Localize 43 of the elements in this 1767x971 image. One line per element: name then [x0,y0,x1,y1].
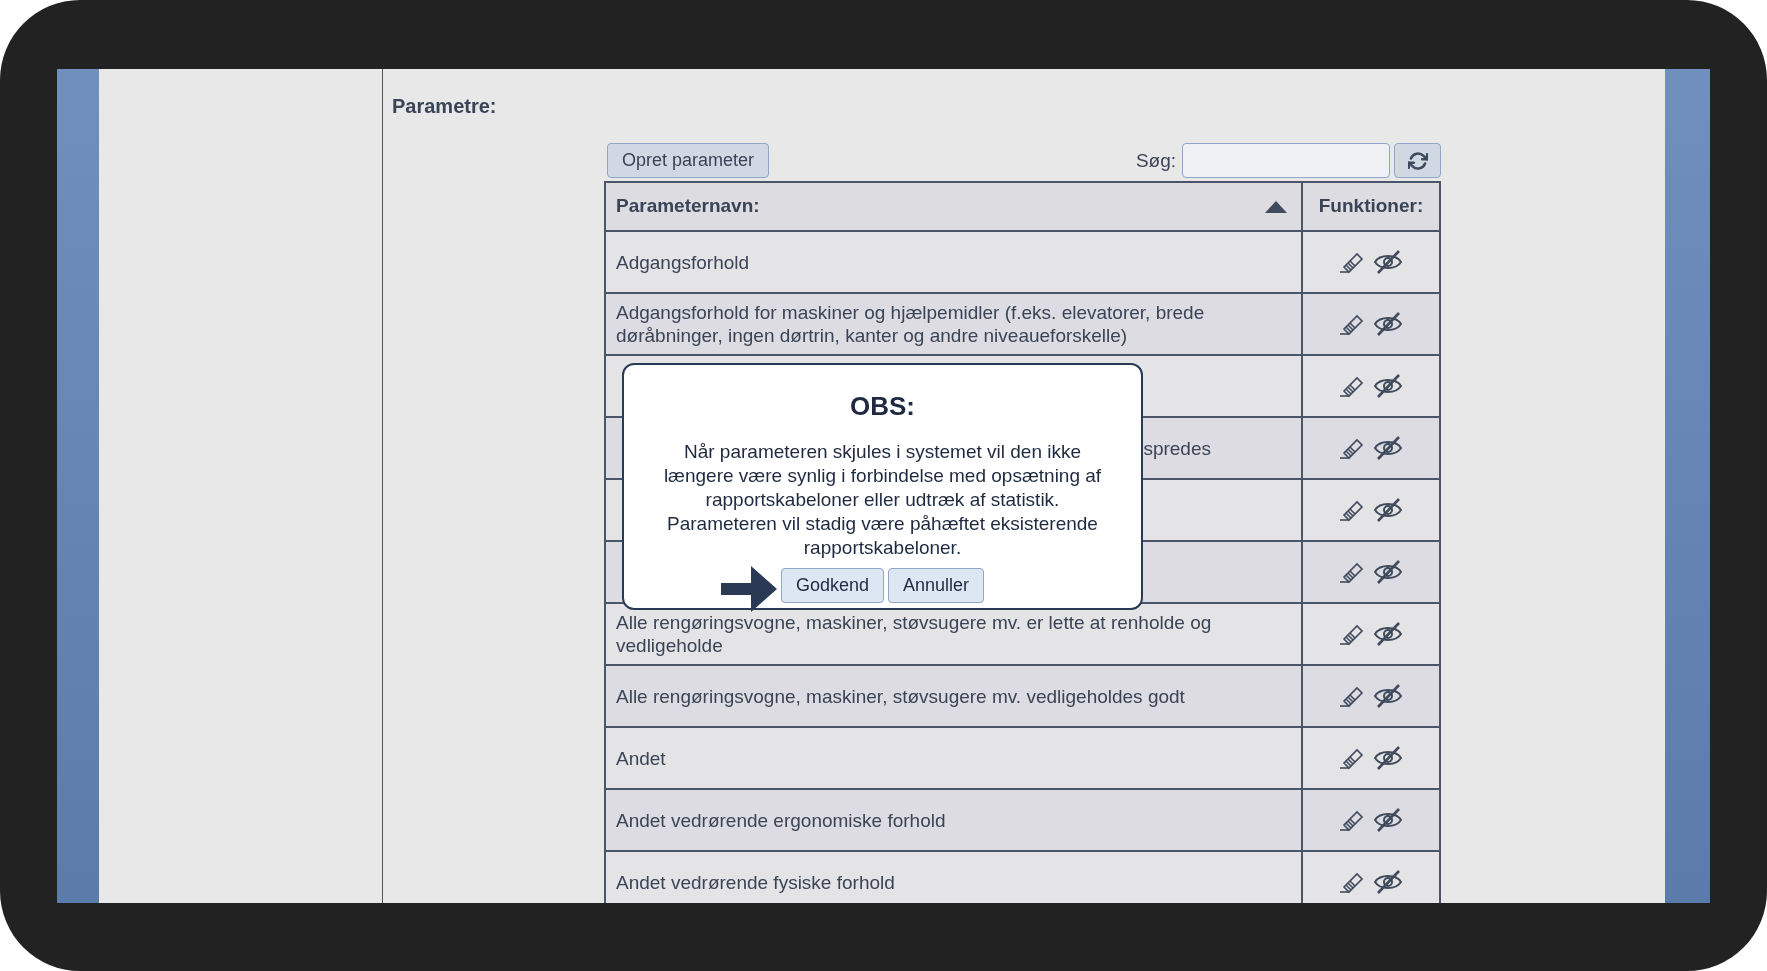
pencil-icon[interactable] [1338,808,1366,832]
pencil-icon[interactable] [1338,684,1366,708]
pencil-icon[interactable] [1338,250,1366,274]
pencil-icon[interactable] [1338,374,1366,398]
table-cell: spredes [1143,436,1211,460]
table-cell-text: Alle rengøringsvogne, maskiner, støvsugere mv. er lette at renholde og vedligeholde [616,611,1213,657]
eye-slash-icon[interactable] [1372,621,1404,647]
pencil-icon[interactable] [1338,746,1366,770]
create-parameter-button[interactable]: Opret parameter [607,143,770,178]
table-cell: Andet [616,746,666,770]
dialog-message: Når parameteren skjules i systemet vil den ikke længere være synlig i forbindelse med opsætning af rapportskabeloner eller udtræk af statistik. Parameteren vil stadig være påhæftet eksisterende rapportskabeloner. [662,440,1103,560]
pencil-icon[interactable] [1338,436,1366,460]
cancel-button[interactable]: Annuller [888,568,985,603]
eye-slash-icon[interactable] [1372,373,1404,399]
eye-slash-icon[interactable] [1372,311,1404,337]
eye-slash-icon[interactable] [1372,807,1404,833]
pencil-icon[interactable] [1338,870,1366,894]
sort-ascending-icon[interactable] [1265,200,1287,213]
confirm-button[interactable]: Godkend [780,568,884,603]
eye-slash-icon[interactable] [1372,745,1404,771]
search-field[interactable] [1182,143,1390,178]
table-cell: Alle rengøringsvogne, maskiner, støvsugere mv. vedligeholdes godt [616,684,1185,708]
pencil-icon[interactable] [1338,560,1366,584]
search-label: Søg: [1135,149,1176,173]
refresh-icon [1407,150,1428,171]
table-cell-text: Adgangsforhold for maskiner og hjælpemidler (f.eks. elevatorer, brede døråbninger, ingen dørtrin, kanter og andre niveaueforskelle) [616,301,1206,347]
refresh-button[interactable] [1394,143,1441,178]
table-cell: Adgangsforhold [616,250,750,274]
section-title: Parametre: [392,94,498,119]
table-cell: Andet vedrørende ergonomiske forhold [616,808,946,832]
pencil-icon[interactable] [1338,498,1366,522]
dialog-title: OBS: [850,390,915,423]
pencil-icon[interactable] [1338,312,1366,336]
column-header[interactable]: Parameternavn: [616,192,760,221]
eye-slash-icon[interactable] [1372,869,1404,895]
eye-slash-icon[interactable] [1372,559,1404,585]
eye-slash-icon[interactable] [1372,683,1404,709]
eye-slash-icon[interactable] [1372,435,1404,461]
column-header: Funktioner: [1318,194,1424,219]
eye-slash-icon[interactable] [1372,497,1404,523]
pencil-icon[interactable] [1338,622,1366,646]
table-cell: Andet vedrørende fysiske forhold [616,870,895,894]
eye-slash-icon[interactable] [1372,249,1404,275]
